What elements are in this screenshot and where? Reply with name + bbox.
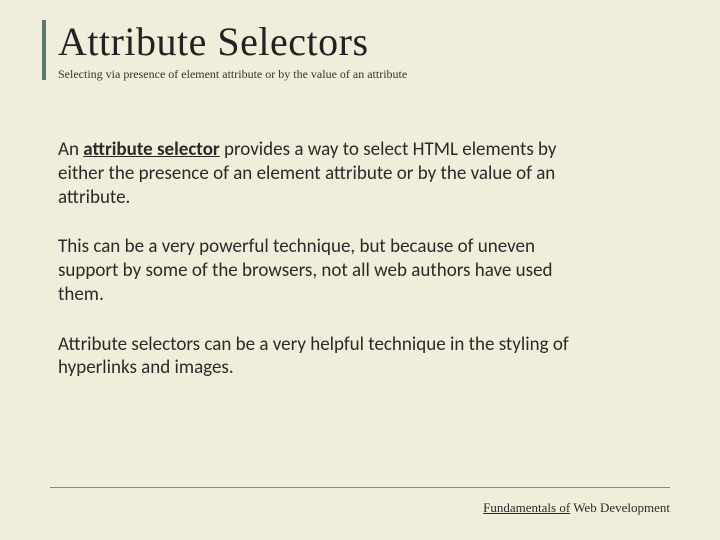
- footer-webdev: Web Development: [570, 500, 670, 515]
- footer-of: of: [559, 500, 570, 515]
- paragraph-1: An attribute selector provides a way to …: [58, 138, 578, 209]
- slide-subtitle: Selecting via presence of element attrib…: [58, 67, 670, 82]
- paragraph-2: This can be a very powerful technique, b…: [58, 235, 578, 306]
- slide: Attribute Selectors Selecting via presen…: [0, 0, 720, 540]
- term-attribute-selector: attribute selector: [83, 138, 219, 161]
- para1-lead: An: [58, 138, 83, 161]
- accent-bar: [42, 20, 46, 80]
- footer-text: Fundamentals of Web Development: [483, 500, 670, 516]
- paragraph-3: Attribute selectors can be a very helpfu…: [58, 333, 578, 381]
- footer-fundamentals: Fundamentals: [483, 500, 559, 515]
- slide-title: Attribute Selectors: [58, 18, 670, 65]
- footer-divider: [50, 487, 670, 488]
